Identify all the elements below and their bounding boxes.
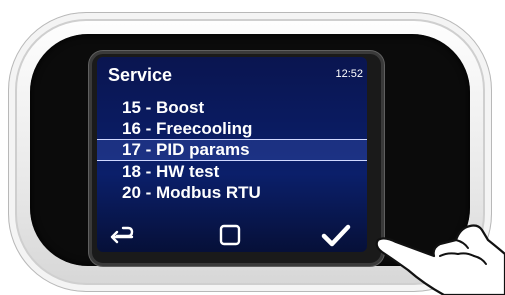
home-button[interactable] [215, 221, 245, 249]
softkey-bar [97, 221, 367, 251]
menu-item-freecooling[interactable]: 16 - Freecooling [97, 118, 367, 139]
clock: 12:52 [335, 68, 363, 80]
pointing-hand-icon [375, 224, 505, 295]
service-menu: 15 - Boost 16 - Freecooling 17 - PID par… [97, 97, 367, 203]
checkmark-icon [321, 224, 351, 247]
back-arrow-icon [110, 226, 134, 244]
display-screen: Service 12:52 15 - Boost 16 - Freecoolin… [97, 57, 367, 252]
menu-item-hw-test[interactable]: 18 - HW test [97, 161, 367, 182]
confirm-button[interactable] [319, 221, 353, 249]
menu-item-pid-params[interactable]: 17 - PID params [97, 139, 367, 161]
menu-item-modbus-rtu[interactable]: 20 - Modbus RTU [97, 182, 367, 203]
menu-item-boost[interactable]: 15 - Boost [97, 97, 367, 118]
square-icon [219, 224, 241, 246]
page-title: Service [108, 65, 173, 85]
back-button[interactable] [107, 221, 137, 249]
